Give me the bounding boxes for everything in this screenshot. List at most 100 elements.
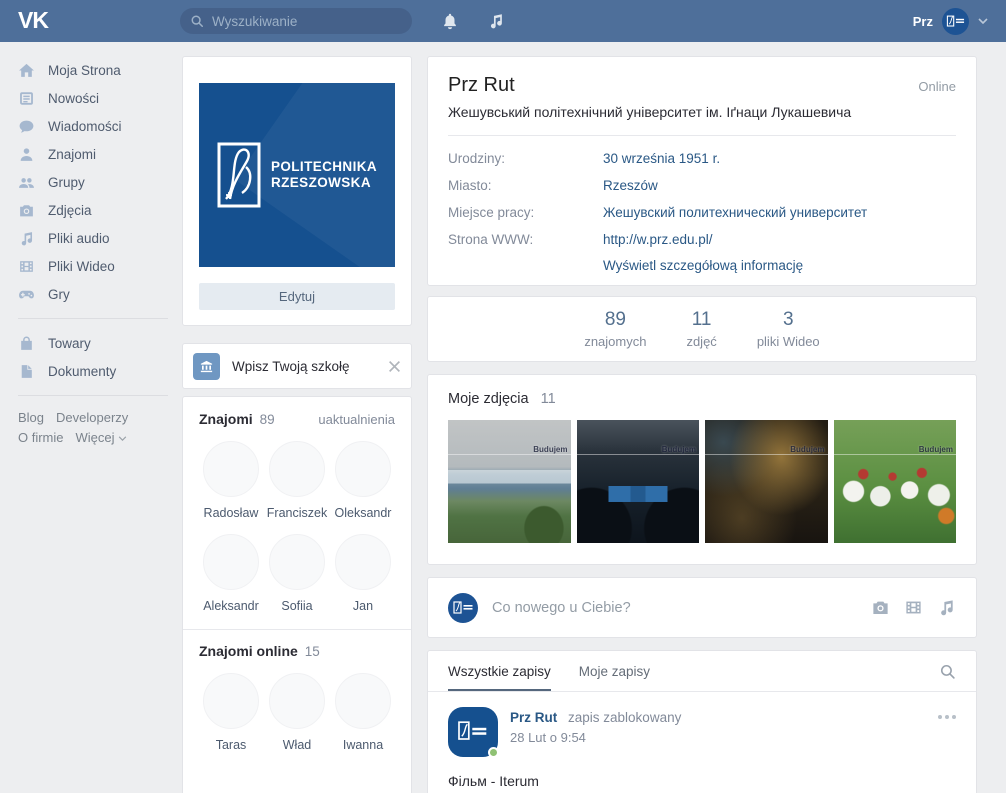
- footer-link-o-firmie[interactable]: O firmie: [18, 430, 64, 445]
- sidebar-divider: [18, 395, 168, 396]
- counter-photos[interactable]: 11 zdjęć: [686, 309, 716, 349]
- bell-icon[interactable]: [441, 12, 459, 30]
- sidebar-item-dokumenty[interactable]: Dokumenty: [18, 357, 168, 385]
- post-text: Фільм - Iterum: [448, 773, 956, 789]
- sidebar-item-moja-strona[interactable]: Moja Strona: [18, 56, 168, 84]
- photo-night-concert[interactable]: Budujem: [705, 420, 828, 543]
- website-link[interactable]: http://w.prz.edu.pl/: [603, 231, 713, 249]
- friends-divider: [183, 629, 411, 630]
- status-line[interactable]: Жешувський політехнічний університет ім.…: [448, 104, 956, 120]
- friend-item[interactable]: Radosław: [199, 441, 263, 520]
- friend-item[interactable]: Taras: [199, 673, 263, 752]
- groups-icon: [18, 174, 38, 191]
- detail-row-city: Miasto: Rzeszów: [448, 177, 956, 195]
- counter-videos[interactable]: 3 pliki Wideo: [757, 309, 820, 349]
- friend-item[interactable]: Oleksandr: [331, 441, 395, 520]
- sidebar-divider: [18, 318, 168, 319]
- sidebar-item-gry[interactable]: Gry: [18, 280, 168, 308]
- photo-airplane-cockpit[interactable]: Budujem: [577, 420, 700, 543]
- footer-link-wiecej[interactable]: Więcej: [76, 430, 127, 445]
- sidebar-item-pliki-audio[interactable]: Pliki audio: [18, 224, 168, 252]
- school-prompt-text: Wpisz Twoją szkołę: [232, 359, 350, 374]
- user-menu[interactable]: Prz: [913, 0, 988, 42]
- profile-photo[interactable]: POLITECHNIKA RZESZOWSKA: [199, 83, 395, 267]
- news-icon: [18, 90, 38, 107]
- home-icon: [18, 62, 38, 79]
- birthday-value[interactable]: 30 września 1951 r.: [603, 150, 720, 168]
- composer-avatar: [448, 593, 478, 623]
- photo-campus-building[interactable]: Budujem: [448, 420, 571, 543]
- music-icon[interactable]: [487, 12, 505, 30]
- detail-row-website: Strona WWW: http://w.prz.edu.pl/: [448, 231, 956, 249]
- city-value[interactable]: Rzeszów: [603, 177, 658, 195]
- friend-avatar: [335, 534, 391, 590]
- top-bar: VK Prz: [0, 0, 1006, 42]
- search-input[interactable]: [212, 14, 402, 29]
- tab-all-posts[interactable]: Wszystkie zapisy: [448, 651, 551, 691]
- post-author-avatar[interactable]: [448, 707, 498, 757]
- sidebar-item-nowosci[interactable]: Nowości: [18, 84, 168, 112]
- my-photos-card: Moje zdjęcia 11 Budujem Budujem Budujem …: [427, 374, 977, 565]
- friend-item[interactable]: Sofiia: [265, 534, 329, 613]
- friends-row: Radosław Franciszek Oleksandr: [199, 441, 395, 520]
- counter-friends[interactable]: 89 znajomych: [584, 309, 646, 349]
- sidebar-item-grupy[interactable]: Grupy: [18, 168, 168, 196]
- sidebar-item-towary[interactable]: Towary: [18, 329, 168, 357]
- global-search[interactable]: [180, 8, 412, 34]
- video-icon[interactable]: [904, 598, 923, 617]
- sidebar-item-zdjecia[interactable]: Zdjęcia: [18, 196, 168, 224]
- edit-profile-button[interactable]: Edytuj: [199, 283, 395, 310]
- friends-online-row: Taras Wład Iwanna: [199, 673, 395, 752]
- politechnika-logo-mark: [217, 142, 261, 208]
- post-author-link[interactable]: Prz Rut: [510, 710, 557, 725]
- friends-title[interactable]: Znajomi: [199, 411, 253, 427]
- school-icon: [193, 353, 220, 380]
- games-icon: [18, 286, 38, 303]
- footer-link-developerzy[interactable]: Developerzy: [56, 410, 128, 425]
- composer-input[interactable]: [492, 600, 859, 616]
- footer-link-blog[interactable]: Blog: [18, 410, 44, 425]
- sidebar-item-pliki-wideo[interactable]: Pliki Wideo: [18, 252, 168, 280]
- friend-avatar: [269, 673, 325, 729]
- friends-card: Znajomi 89 uaktualnienia Radosław Franci…: [182, 396, 412, 793]
- close-icon[interactable]: [388, 360, 401, 373]
- photo-folk-dancers[interactable]: Budujem: [834, 420, 957, 543]
- profile-divider: [448, 135, 956, 136]
- music-icon[interactable]: [937, 598, 956, 617]
- my-photos-count: 11: [541, 391, 556, 407]
- documents-icon: [18, 363, 38, 380]
- show-detailed-info-link[interactable]: Wyświetl szczegółową informację: [603, 258, 956, 273]
- friend-item[interactable]: Iwanna: [331, 673, 395, 752]
- audio-icon: [18, 230, 38, 247]
- camera-icon[interactable]: [871, 598, 890, 617]
- friend-item[interactable]: Franciszek: [265, 441, 329, 520]
- sidebar-item-znajomi[interactable]: Znajomi: [18, 140, 168, 168]
- friends-icon: [18, 146, 38, 163]
- vk-logo[interactable]: VK: [18, 7, 48, 34]
- friends-updates-link[interactable]: uaktualnienia: [318, 412, 395, 427]
- wall-search-icon[interactable]: [939, 651, 956, 691]
- post-timestamp[interactable]: 28 Lut o 9:54: [510, 730, 681, 745]
- left-sidebar: Moja Strona Nowości Wiadomości Znajomi G…: [18, 56, 168, 448]
- friends-header: Znajomi 89 uaktualnienia: [199, 411, 395, 427]
- dropdown-caret-icon: [978, 18, 988, 24]
- friends-online-title[interactable]: Znajomi online: [199, 643, 298, 659]
- photos-row: Budujem Budujem Budujem Budujem: [448, 420, 956, 543]
- counters-card: 89 znajomych 11 zdjęć 3 pliki Wideo: [427, 296, 977, 362]
- friend-item[interactable]: Aleksandr: [199, 534, 263, 613]
- workplace-value[interactable]: Жешувский политехнический университет: [603, 204, 867, 222]
- profile-info-card: Prz Rut Online Жешувський політехнічний …: [427, 56, 977, 286]
- page-title: Prz Rut: [448, 74, 515, 97]
- sidebar-item-wiadomosci[interactable]: Wiadomości: [18, 112, 168, 140]
- friend-avatar: [269, 441, 325, 497]
- user-name: Prz: [913, 14, 933, 29]
- my-photos-title[interactable]: Moje zdjęcia: [448, 391, 529, 407]
- friend-item[interactable]: Jan: [331, 534, 395, 613]
- school-prompt-widget[interactable]: Wpisz Twoją szkołę: [182, 343, 412, 389]
- tab-my-posts[interactable]: Moje zapisy: [579, 651, 650, 691]
- photos-icon: [18, 202, 38, 219]
- user-avatar: [942, 8, 969, 35]
- friend-item[interactable]: Wład: [265, 673, 329, 752]
- post-actions-menu[interactable]: [938, 707, 956, 721]
- vk-profile-page: VK Prz Moja Strona Nowości Wiadomości: [0, 0, 1006, 793]
